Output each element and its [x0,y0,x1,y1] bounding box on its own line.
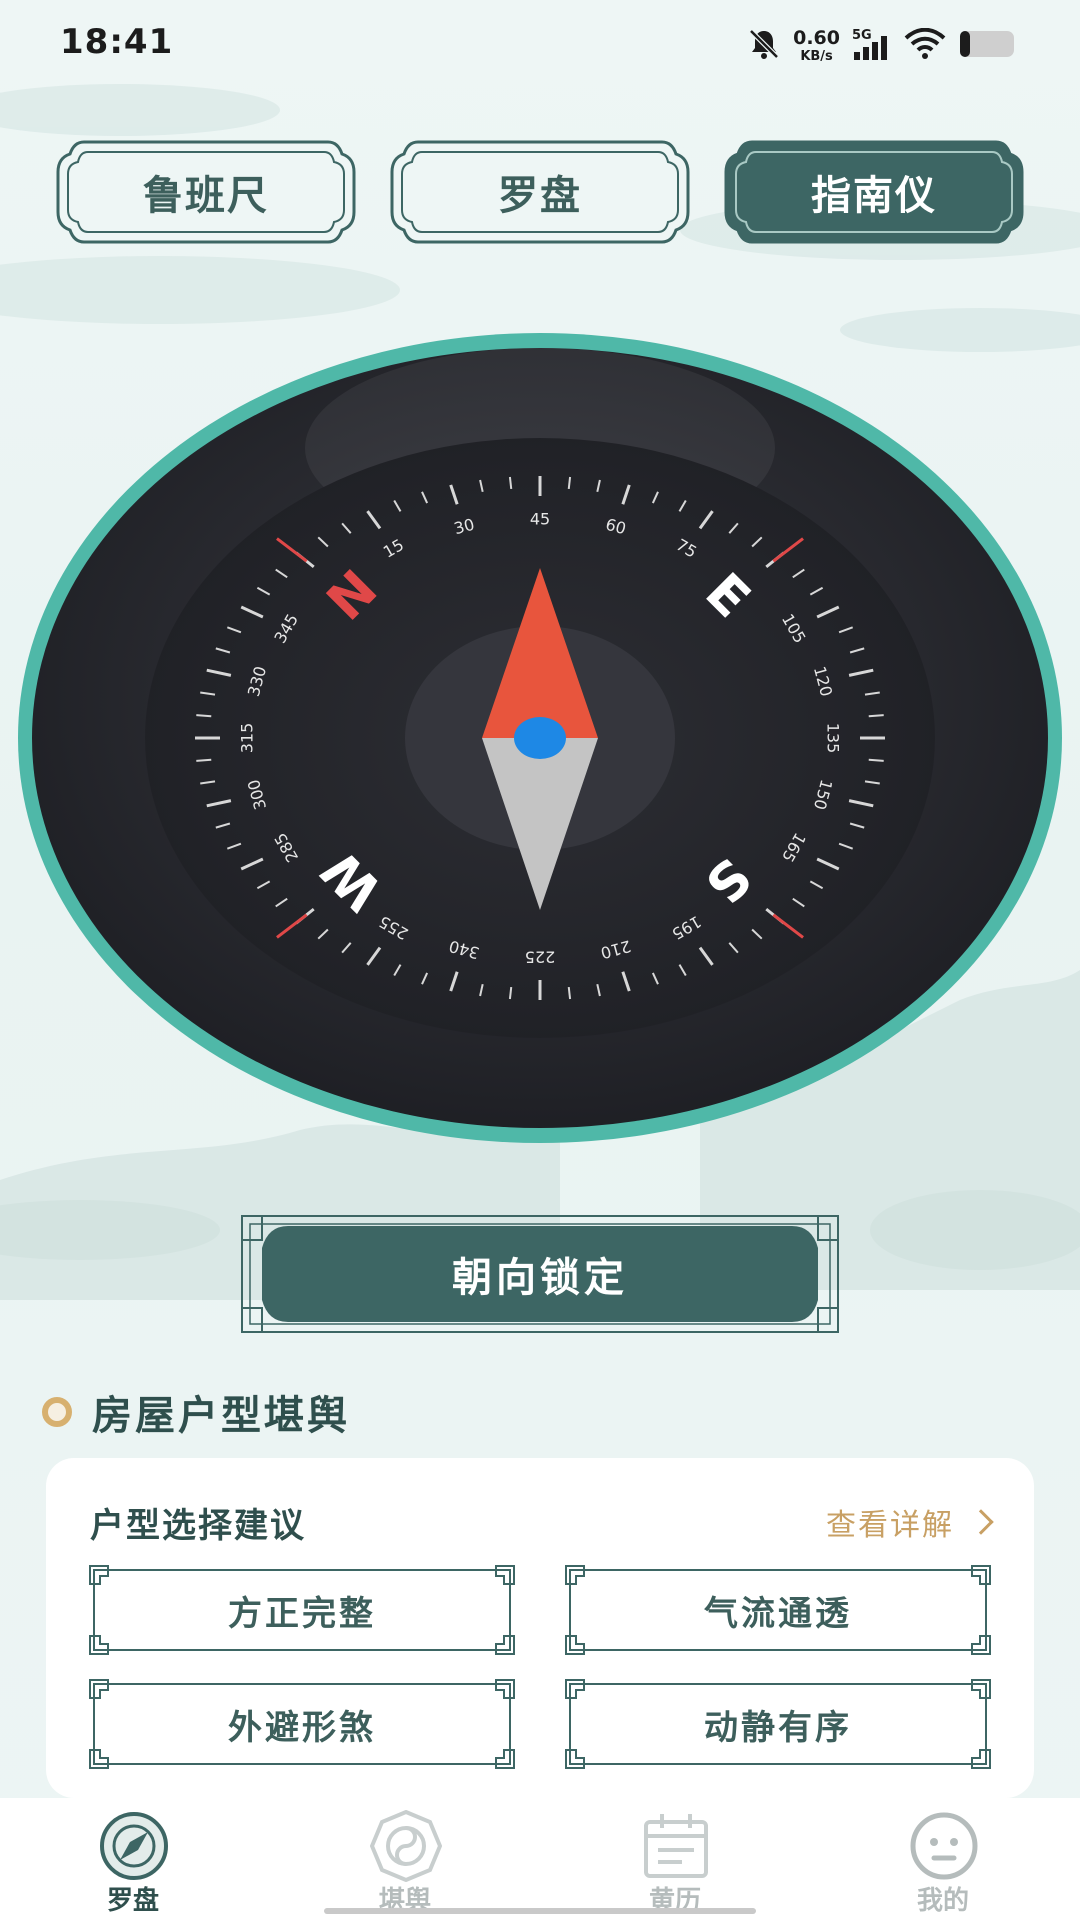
option-label: 气流通透 [704,1593,852,1634]
tab-label: 指南仪 [811,173,937,219]
status-time: 18:41 [60,22,174,62]
tab-luban-ruler[interactable]: 鲁班尺 [54,138,358,246]
degree-label: 45 [530,510,550,529]
option-orderly-zones[interactable]: 动静有序 [564,1678,992,1770]
degree-label: 135 [824,723,843,754]
nav-item-label: 我的 [916,1886,969,1916]
tab-label: 鲁班尺 [143,173,269,219]
compass-tick [567,476,572,490]
tab-compass[interactable]: 指南仪 [722,138,1026,246]
option-label: 外避形煞 [228,1707,376,1748]
home-indicator [324,1908,756,1914]
battery-icon [958,29,1018,63]
option-label: 动静有序 [704,1707,852,1748]
nav-item-kanyu[interactable]: 堪舆 [330,1798,480,1920]
compass-tick [868,714,884,718]
view-details-link[interactable]: 查看详解 [826,1500,994,1544]
net-speed-unit: KB/s [800,49,833,64]
layout-advice-card: 户型选择建议 查看详解 方正完整 气流通透 外避形煞 动静有序 [46,1458,1034,1798]
option-label: 方正完整 [228,1593,376,1634]
degree-label: 225 [525,948,556,967]
net-speed: 0.60 KB/s [793,27,840,64]
needle-center-dot [514,717,566,759]
chevron-right-icon [968,1509,994,1535]
option-avoid-sha[interactable]: 外避形煞 [88,1678,516,1770]
compass-tick [196,758,212,762]
compass-tick [196,714,212,718]
tab-luopan[interactable]: 罗盘 [388,138,692,246]
nav-item-label: 罗盘 [106,1886,159,1916]
nav-item-mine[interactable]: 我的 [868,1798,1018,1920]
calendar-icon [644,1814,708,1878]
degree-label: 315 [238,723,257,754]
section-title: 房屋户型堪舆 [92,1393,350,1439]
lock-button-label: 朝向锁定 [452,1255,628,1301]
top-tabs: 鲁班尺 罗盘 指南仪 [50,138,1030,248]
bottom-nav: 罗盘 堪舆 黄历 我的 [0,1798,1080,1920]
net-speed-value: 0.60 [793,27,840,49]
view-details-label: 查看详解 [826,1508,954,1543]
orientation-lock-button[interactable]: 朝向锁定 [238,1212,842,1336]
ring-bullet-icon [42,1397,72,1427]
nav-item-almanac[interactable]: 黄历 [600,1798,750,1920]
compass-tick [567,986,572,1000]
signal-icon: 5G [852,28,892,62]
compass-icon [100,1812,168,1880]
mute-bell-icon [747,27,781,65]
status-bar: 18:41 0.60 KB/s 5G [0,0,1080,90]
option-airflow[interactable]: 气流通透 [564,1564,992,1656]
compass-tick [508,476,513,490]
compass-tick [868,758,884,762]
tab-label: 罗盘 [498,173,582,219]
card-heading: 户型选择建议 [90,1506,306,1546]
wifi-icon [904,27,946,64]
nav-item-luopan[interactable]: 罗盘 [58,1798,208,1920]
section-header: 房屋户型堪舆 [42,1384,350,1440]
compass-dial: 15 30 45 60 75 105 120 135 150 165 195 210 225 340 255… [10,318,1070,1158]
face-icon [910,1812,978,1880]
compass-tick [508,986,513,1000]
option-square-complete[interactable]: 方正完整 [88,1564,516,1656]
bagua-icon [370,1810,442,1882]
status-icons: 0.60 KB/s 5G [747,26,1018,66]
